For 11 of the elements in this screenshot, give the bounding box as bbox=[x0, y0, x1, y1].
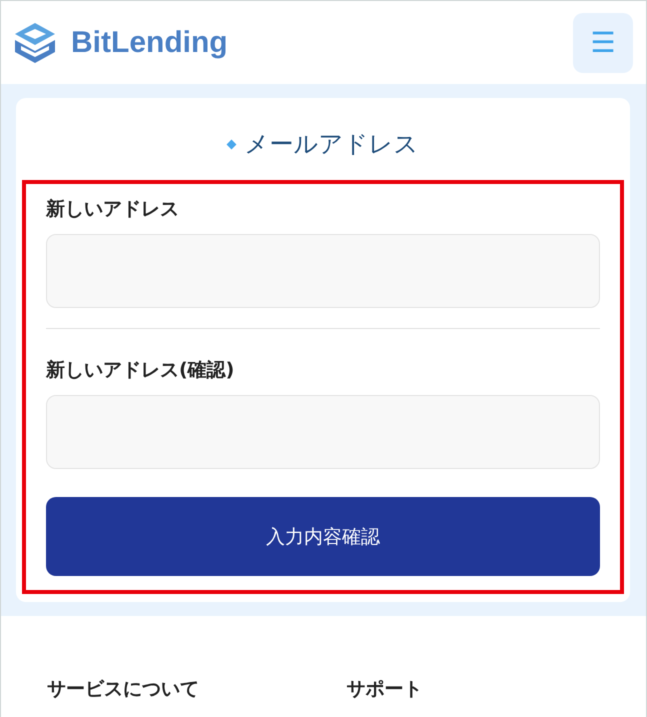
field-label: 新しいアドレス bbox=[46, 197, 180, 222]
footer-heading: サポート bbox=[346, 677, 424, 702]
logo-wordmark[interactable]: BitLending bbox=[71, 26, 228, 60]
input-field[interactable] bbox=[46, 234, 600, 308]
input-field[interactable] bbox=[46, 395, 600, 469]
menu-button[interactable]: ☰ bbox=[573, 12, 633, 72]
logo-icon bbox=[13, 20, 57, 64]
confirm-button[interactable]: 入力内容確認 bbox=[46, 497, 600, 576]
footer-heading: サービスについて bbox=[47, 677, 200, 702]
field-label: 新しいアドレス(確認) bbox=[46, 358, 236, 383]
section-title: メールアドレス bbox=[244, 129, 418, 160]
